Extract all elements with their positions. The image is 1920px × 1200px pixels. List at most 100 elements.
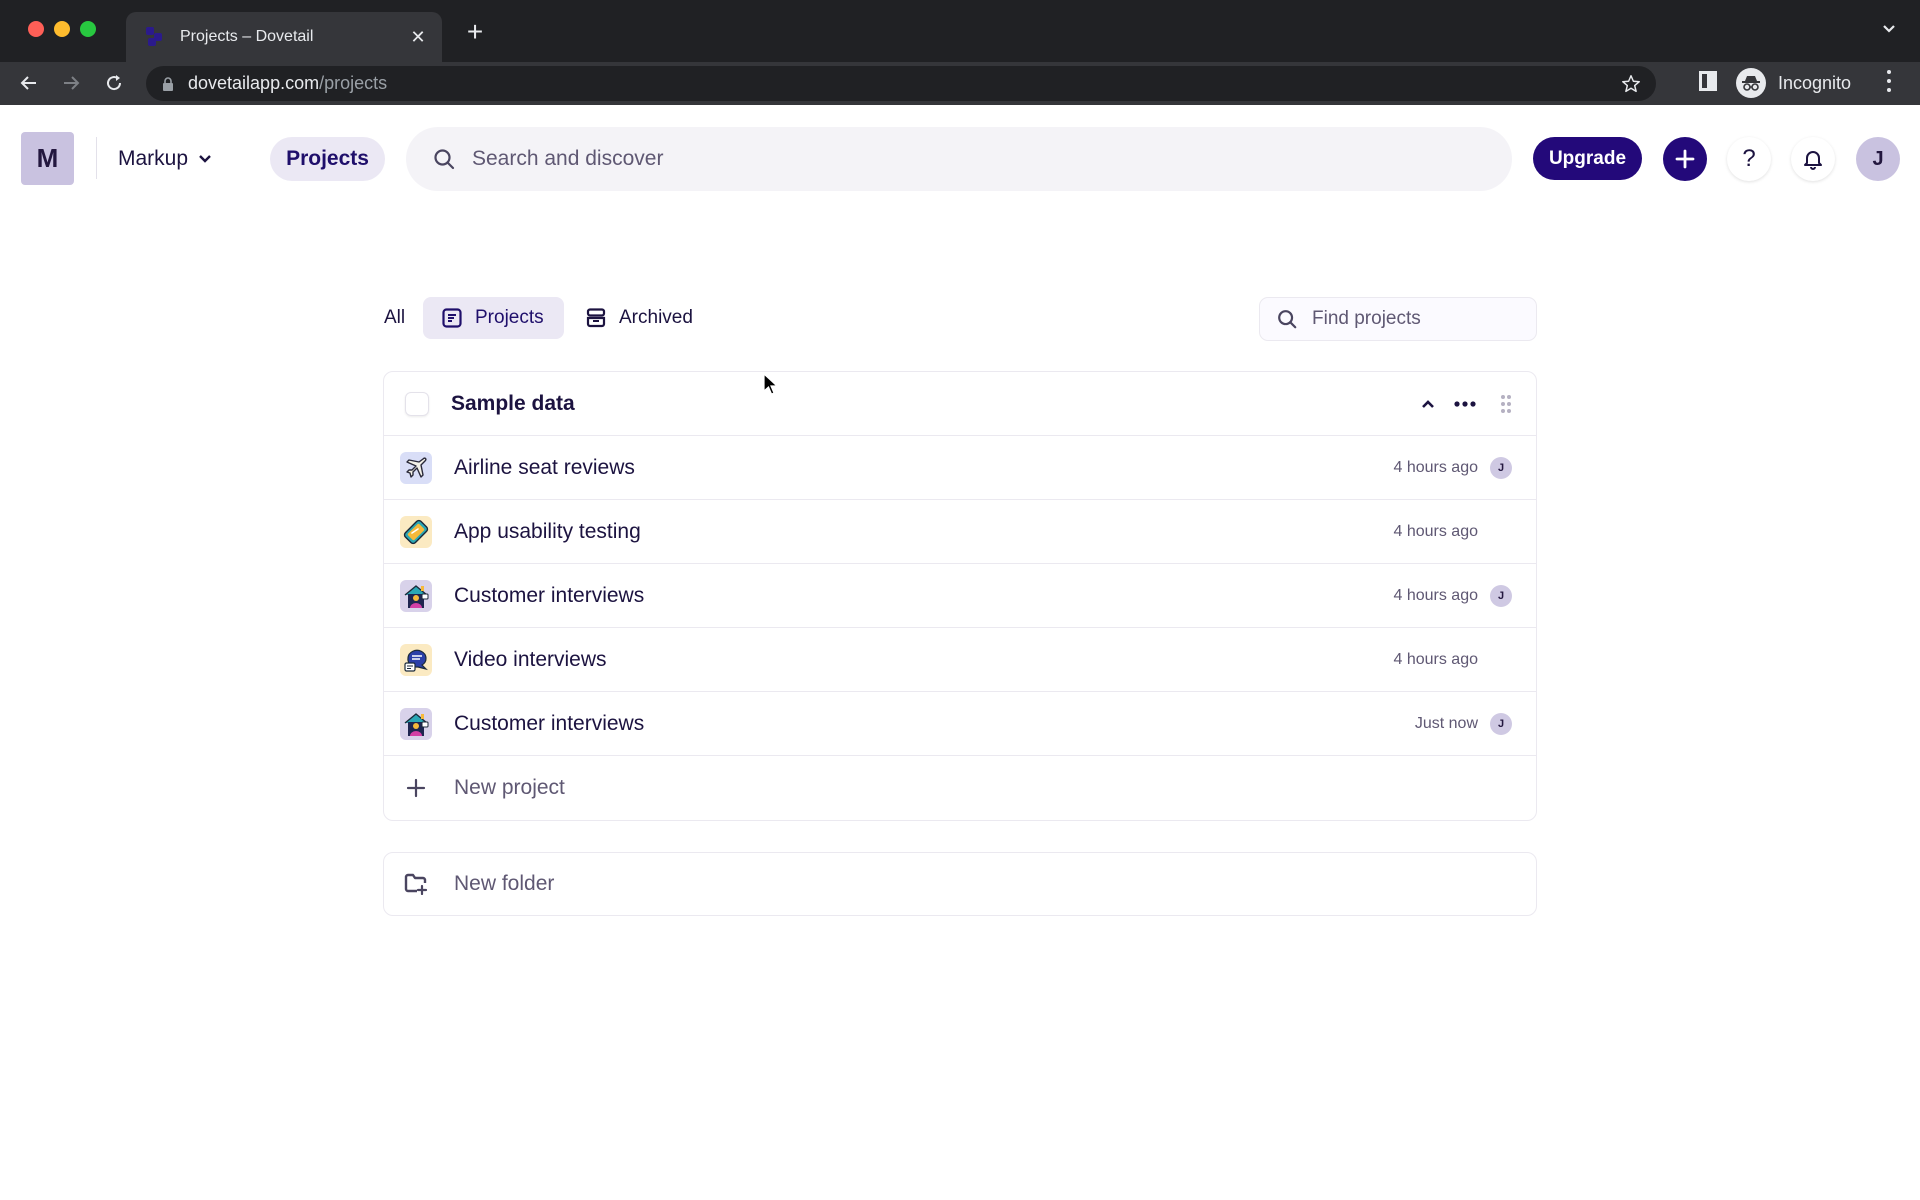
search-icon [1278, 310, 1297, 329]
more-options-button[interactable] [1454, 400, 1476, 407]
folder-actions [1402, 372, 1512, 435]
profile-label: Incognito [1778, 72, 1852, 93]
project-row[interactable]: Airline seat reviews 4 hours ago J [384, 436, 1536, 500]
plus-icon [1675, 149, 1695, 169]
browser-menu-icon[interactable] [1886, 70, 1892, 92]
help-button[interactable]: ? [1727, 137, 1771, 181]
tab-search-chevron-icon[interactable] [1880, 20, 1898, 38]
dovetail-favicon-icon [144, 26, 166, 48]
folder-card: Sample data Airline seat reviews 4 hours… [383, 371, 1537, 821]
phone-icon [400, 515, 432, 548]
chevron-down-icon [199, 155, 211, 163]
side-panel-icon[interactable] [1699, 71, 1717, 91]
project-meta: 4 hours ago J [1393, 628, 1512, 691]
forward-button[interactable] [57, 69, 85, 97]
incognito-icon [1736, 68, 1766, 98]
airplane-icon [400, 451, 432, 484]
project-updated: 4 hours ago [1393, 650, 1478, 668]
project-owner-avatar: J [1490, 456, 1512, 479]
back-button[interactable] [15, 69, 43, 97]
project-updated: 4 hours ago [1393, 458, 1478, 476]
global-search-input[interactable] [472, 147, 1372, 171]
project-updated: 4 hours ago [1393, 586, 1478, 604]
project-name: Customer interviews [454, 711, 645, 735]
project-meta: 4 hours ago J [1393, 436, 1512, 499]
tab-all-label: All [384, 307, 406, 328]
tab-strip: Projects – Dovetail ✕ + [0, 0, 1920, 62]
project-row[interactable]: Video interviews 4 hours ago J [384, 628, 1536, 692]
window-minimize-button[interactable] [54, 21, 70, 37]
project-updated: 4 hours ago [1393, 522, 1478, 540]
drag-handle-icon [1501, 394, 1511, 413]
new-project-button[interactable]: New project [384, 756, 1536, 820]
lock-icon [162, 76, 174, 91]
browser-toolbar: dovetailapp.com/projects [0, 62, 1920, 105]
address-bar[interactable]: dovetailapp.com/projects [146, 66, 1656, 101]
upgrade-button[interactable]: Upgrade [1533, 137, 1642, 180]
browser-tab[interactable]: Projects – Dovetail ✕ [126, 12, 442, 62]
help-icon: ? [1742, 145, 1756, 172]
folder-checkbox[interactable] [405, 391, 429, 416]
project-row[interactable]: App usability testing 4 hours ago J [384, 500, 1536, 564]
workspace-logo[interactable]: M [21, 132, 74, 185]
project-owner-avatar: J [1490, 712, 1512, 735]
project-meta: 4 hours ago J [1393, 564, 1512, 627]
nav-projects[interactable]: Projects [270, 137, 385, 181]
app-header: M Markup Projects Upgrade ? J [0, 105, 1920, 213]
house-person-icon [400, 707, 432, 740]
new-tab-button[interactable]: + [460, 17, 490, 47]
archive-icon [586, 308, 606, 328]
workspace-name: Markup [118, 147, 189, 170]
user-avatar[interactable]: J [1856, 137, 1900, 181]
house-person-icon [400, 579, 432, 612]
project-row[interactable]: Customer interviews Just now J [384, 692, 1536, 756]
project-name: Airline seat reviews [454, 455, 635, 479]
reload-button[interactable] [100, 69, 128, 97]
ellipsis-icon [1454, 400, 1476, 407]
document-icon [442, 308, 462, 328]
folder-name: Sample data [451, 391, 575, 415]
window-close-button[interactable] [28, 21, 44, 37]
tab-close-icon[interactable]: ✕ [408, 27, 428, 48]
new-folder-button[interactable]: New folder [383, 852, 1537, 916]
project-name: Customer interviews [454, 583, 645, 607]
arrow-right-icon [64, 76, 80, 90]
project-name: App usability testing [454, 519, 641, 543]
collapse-button[interactable] [1420, 398, 1436, 410]
workspace-switcher[interactable]: Markup [118, 139, 212, 179]
drag-handle[interactable] [1500, 394, 1512, 414]
find-projects-field[interactable] [1259, 297, 1537, 341]
tab-projects[interactable]: Projects [423, 297, 564, 339]
reload-icon [107, 75, 122, 91]
tab-title: Projects – Dovetail [180, 28, 314, 45]
window-zoom-button[interactable] [80, 21, 96, 37]
tab-projects-label: Projects [475, 307, 544, 328]
tab-archived[interactable]: Archived [583, 297, 693, 339]
mouse-cursor-icon [763, 373, 779, 395]
header-divider [96, 137, 97, 179]
url-host: dovetailapp.com [188, 73, 320, 93]
global-search[interactable] [406, 127, 1512, 191]
notifications-button[interactable] [1791, 137, 1835, 181]
tab-archived-label: Archived [619, 307, 693, 328]
plus-icon [400, 778, 432, 798]
project-row[interactable]: Customer interviews 4 hours ago J [384, 564, 1536, 628]
search-icon [434, 149, 455, 170]
bookmark-star-icon[interactable] [1620, 73, 1642, 95]
chevron-up-icon [1422, 399, 1434, 408]
filter-row: All Projects Archived [383, 297, 1537, 341]
create-button[interactable] [1663, 137, 1707, 181]
browser-chrome: Projects – Dovetail ✕ + dovetailapp.com/… [0, 0, 1920, 105]
arrow-left-icon [20, 76, 36, 90]
incognito-indicator[interactable]: Incognito [1736, 66, 1851, 100]
find-projects-input[interactable] [1312, 308, 1512, 330]
chat-bubble-icon [400, 643, 432, 676]
project-updated: Just now [1414, 714, 1478, 732]
project-meta: Just now J [1415, 692, 1512, 755]
tab-all[interactable]: All [383, 297, 406, 339]
project-meta: 4 hours ago J [1393, 500, 1512, 563]
project-owner-avatar: J [1490, 584, 1512, 607]
folder-plus-icon [400, 873, 432, 895]
new-folder-label: New folder [454, 872, 555, 895]
folder-header: Sample data [384, 372, 1536, 436]
